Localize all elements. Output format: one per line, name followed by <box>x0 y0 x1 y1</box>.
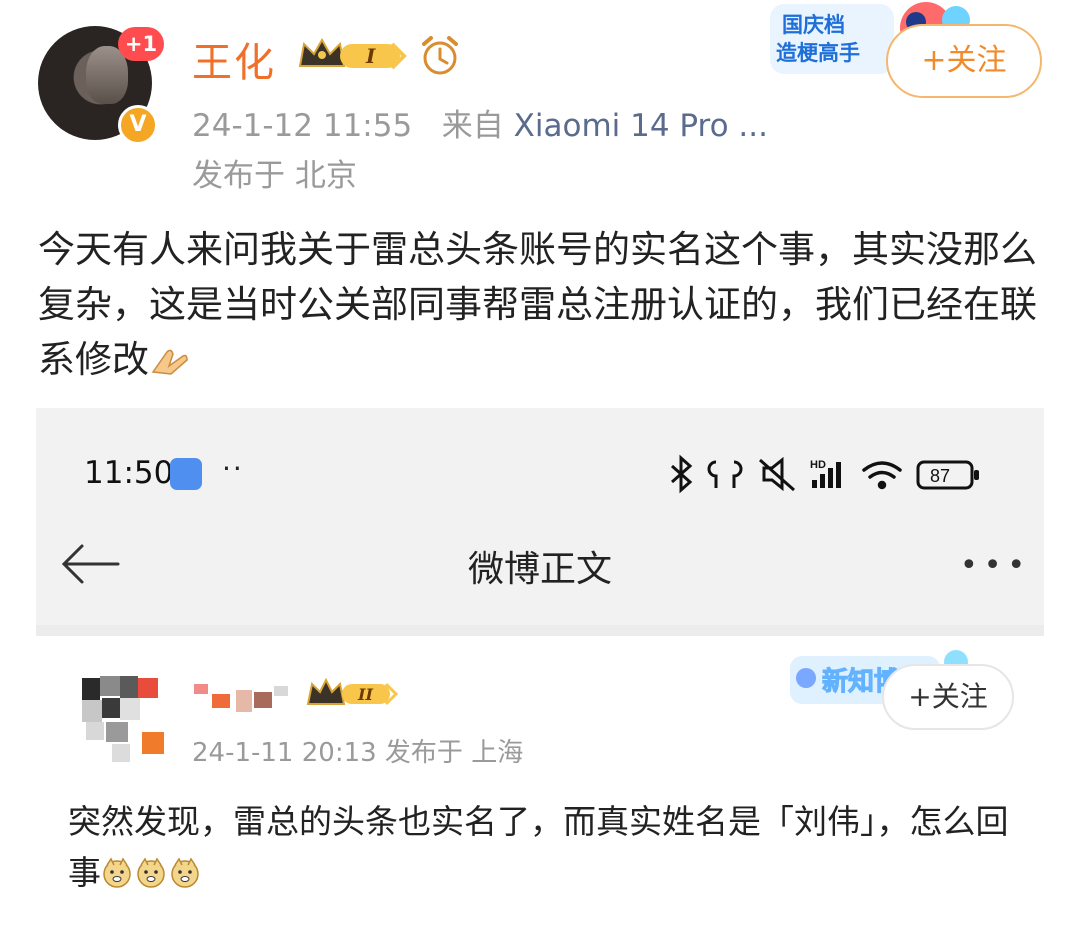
post-location: 发布于 北京 <box>192 158 357 194</box>
page-title: 微博正文 <box>467 549 612 590</box>
status-time: 11:50 <box>84 455 174 491</box>
battery-icon: 87 <box>916 460 979 490</box>
inner-vip-crown-badge-icon: II <box>306 678 398 706</box>
promo-banner-line2: 造梗高手 <box>776 41 860 65</box>
post-datetime: 24-1-12 11:55 <box>192 108 413 144</box>
svg-text:HD: HD <box>810 459 826 471</box>
signal-icon: HD <box>810 459 841 488</box>
doge-emoji-icon <box>171 857 199 888</box>
avatar-plus-badge: +1 <box>118 27 164 61</box>
vip-crown-badge-icon: I <box>298 37 407 70</box>
inner-follow-button[interactable]: +关注 <box>882 664 1014 730</box>
inner-post-body: 突然发现，雷总的头条也实名了，而真实姓名是「刘伟」，怎么回事 <box>68 796 1028 898</box>
follow-button[interactable]: +关注 <box>886 24 1042 98</box>
inner-post-meta: 24-1-11 20:13 发布于 上海 <box>192 738 524 768</box>
source-device-link[interactable]: Xiaomi 14 Pro ... <box>514 108 768 144</box>
status-bar-icons: HD 87 <box>671 454 979 494</box>
wifi-icon <box>862 461 902 490</box>
earbuds-icon <box>707 460 743 488</box>
pixelated-username-icon <box>194 684 288 712</box>
vip-level-text: I <box>365 44 376 68</box>
post-body: 今天有人来问我关于雷总头条账号的实名这个事，其实没那么复杂，这是当时公关部同事帮… <box>38 222 1048 387</box>
promo-banner-line1: 国庆档 <box>782 13 845 37</box>
mute-icon <box>759 456 795 492</box>
bluetooth-icon <box>671 454 693 494</box>
inner-vip-level-text: II <box>357 685 373 704</box>
source-prefix: 来自 <box>441 108 504 144</box>
username[interactable]: 王化 <box>192 30 276 88</box>
post-meta: 24-1-12 11:55 来自 Xiaomi 14 Pro ... <box>192 100 768 145</box>
status-more-dots: ·· <box>222 452 244 485</box>
doge-emoji-icon <box>137 857 165 888</box>
app-notification-icon <box>170 458 202 490</box>
inner-post-body-text: 突然发现，雷总的头条也实名了，而真实姓名是「刘伟」，怎么回事 <box>68 802 1009 892</box>
pixelated-avatar-icon[interactable] <box>76 668 172 768</box>
verified-badge-icon: V <box>118 105 158 145</box>
more-options-icon[interactable]: ••• <box>960 548 1031 583</box>
battery-level: 87 <box>930 466 950 486</box>
praying-hands-emoji-icon <box>151 349 188 375</box>
alarm-clock-icon <box>422 36 458 75</box>
back-arrow-icon[interactable] <box>58 540 122 588</box>
doge-emoji-icon <box>103 857 131 888</box>
